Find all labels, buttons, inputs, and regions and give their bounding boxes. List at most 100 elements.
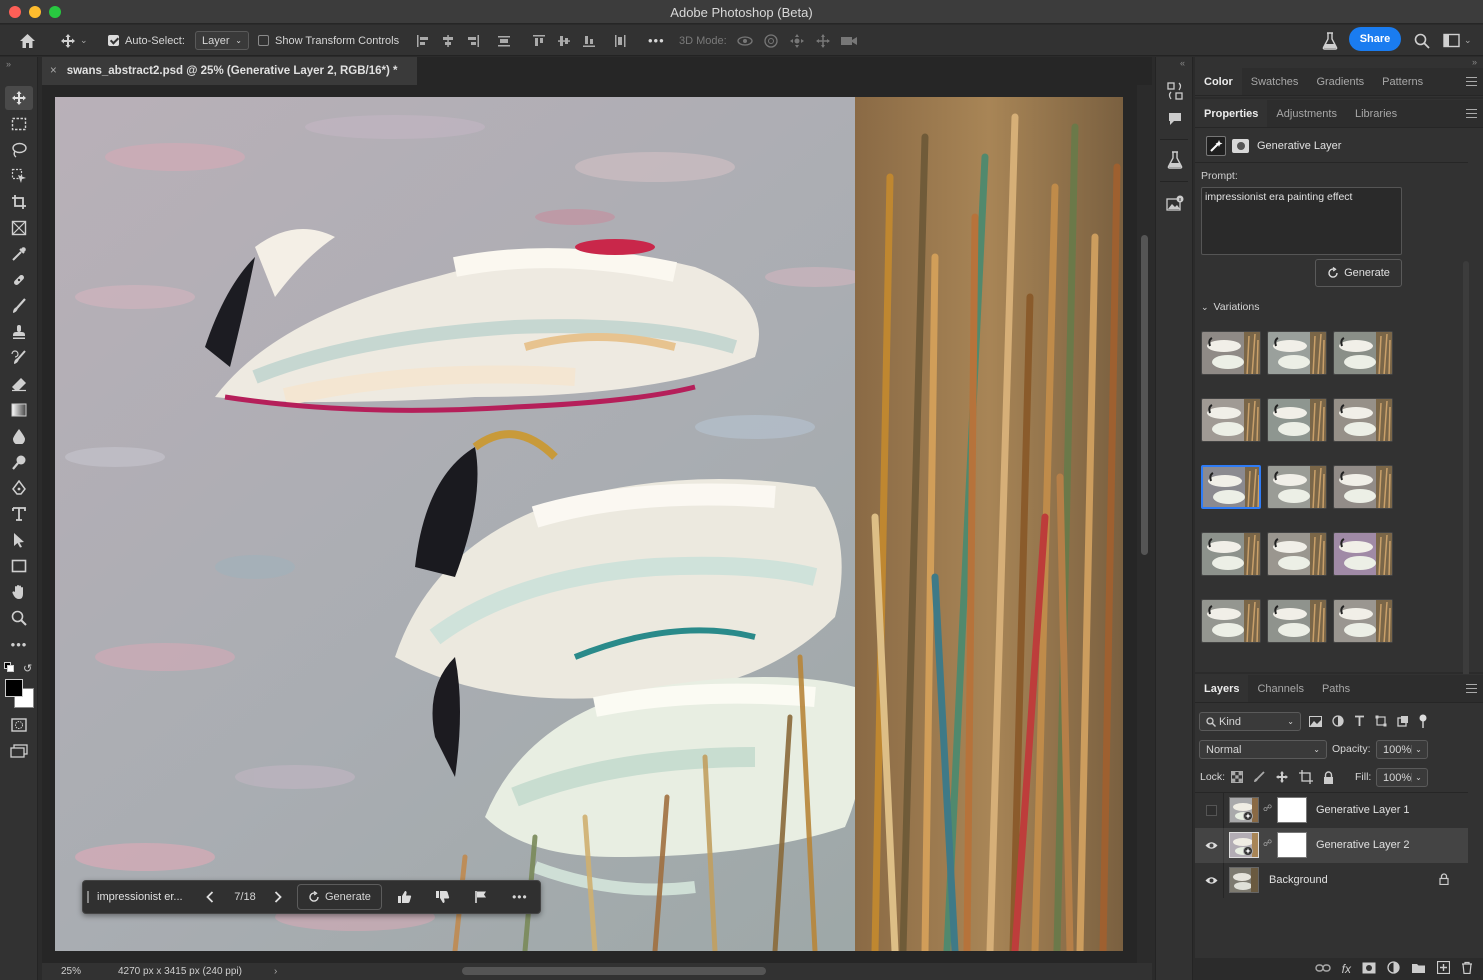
- frame-tool[interactable]: [5, 216, 33, 240]
- auto-select-checkbox[interactable]: [108, 35, 119, 46]
- variation-thumbnail[interactable]: [1201, 532, 1261, 576]
- comments-icon[interactable]: [1165, 108, 1185, 128]
- swap-colors-icon[interactable]: ↺: [23, 662, 32, 675]
- delete-layer-icon[interactable]: [1461, 961, 1473, 977]
- generate-button[interactable]: Generate: [1315, 259, 1402, 287]
- auto-select-dropdown[interactable]: Layer ⌄: [195, 31, 249, 50]
- new-adjustment-layer-icon[interactable]: [1387, 961, 1400, 977]
- canvas-area[interactable]: [42, 85, 1137, 963]
- variation-thumbnail[interactable]: [1267, 398, 1327, 442]
- layer-visibility-toggle-hidden[interactable]: [1204, 803, 1218, 817]
- filter-shape-icon[interactable]: [1375, 715, 1387, 730]
- canvas-vertical-scrollbar[interactable]: [1137, 85, 1152, 963]
- filter-adjustment-icon[interactable]: [1332, 715, 1344, 730]
- color-panel-menu-icon[interactable]: [1466, 77, 1477, 86]
- document-tab[interactable]: × swans_abstract2.psd @ 25% (Generative …: [42, 57, 417, 85]
- layer-mask-thumbnail[interactable]: [1277, 797, 1307, 823]
- variation-thumbnail[interactable]: [1267, 599, 1327, 643]
- align-left-icon[interactable]: [414, 32, 432, 50]
- tab-channels[interactable]: Channels: [1248, 675, 1312, 702]
- variation-thumbnail[interactable]: [1267, 465, 1327, 509]
- horizontal-scroll-thumb[interactable]: [462, 967, 766, 975]
- tab-adjustments[interactable]: Adjustments: [1267, 100, 1346, 127]
- close-document-icon[interactable]: ×: [50, 65, 57, 77]
- filter-pixel-icon[interactable]: [1309, 715, 1322, 730]
- new-layer-icon[interactable]: [1436, 960, 1451, 977]
- variation-thumbnail[interactable]: [1201, 599, 1261, 643]
- marquee-tool[interactable]: [5, 112, 33, 136]
- blend-mode-dropdown[interactable]: Normal ⌄: [1199, 740, 1327, 759]
- variation-thumbnail[interactable]: [1333, 465, 1393, 509]
- crop-tool[interactable]: [5, 190, 33, 214]
- variation-thumbnail[interactable]: [1201, 465, 1261, 509]
- vertical-scroll-thumb[interactable]: [1141, 235, 1148, 555]
- layer-visibility-eye-icon[interactable]: [1204, 873, 1218, 887]
- lock-transparency-icon[interactable]: [1231, 771, 1243, 786]
- dodge-tool[interactable]: [5, 450, 33, 474]
- variation-thumbnail[interactable]: [1333, 599, 1393, 643]
- 3d-orbit-icon[interactable]: [736, 32, 754, 50]
- layer-lock-icon[interactable]: [1439, 873, 1449, 888]
- variation-thumbnail[interactable]: [1201, 398, 1261, 442]
- variation-thumbnail[interactable]: [1201, 331, 1261, 375]
- edit-toolbar-icon[interactable]: •••: [5, 632, 33, 656]
- hand-tool[interactable]: [5, 580, 33, 604]
- status-menu-chevron-icon[interactable]: ›: [274, 966, 277, 977]
- collapse-toolbar-icon[interactable]: »: [6, 59, 11, 69]
- variation-thumbnail[interactable]: [1267, 532, 1327, 576]
- eyedropper-tool[interactable]: [5, 242, 33, 266]
- object-selection-tool[interactable]: [5, 164, 33, 188]
- opacity-input[interactable]: 100% ⌄: [1376, 740, 1428, 759]
- home-icon[interactable]: [18, 32, 36, 50]
- layer-visibility-eye-icon[interactable]: [1204, 838, 1218, 852]
- lock-pixels-icon[interactable]: [1253, 771, 1265, 786]
- 3d-roll-icon[interactable]: [762, 32, 780, 50]
- tool-preset-chevron-icon[interactable]: ⌄: [80, 35, 88, 46]
- context-generate-button[interactable]: Generate: [297, 884, 382, 910]
- foreground-color-swatch[interactable]: [5, 679, 23, 697]
- type-tool[interactable]: [5, 502, 33, 526]
- lock-position-icon[interactable]: [1275, 770, 1289, 787]
- zoom-level[interactable]: 25%: [61, 966, 81, 977]
- search-icon[interactable]: [1413, 32, 1431, 50]
- clone-stamp-tool[interactable]: [5, 320, 33, 344]
- layer-link-icon[interactable]: ☍: [1263, 803, 1272, 814]
- tab-layers[interactable]: Layers: [1195, 675, 1249, 702]
- tab-gradients[interactable]: Gradients: [1307, 68, 1373, 95]
- filter-type-icon[interactable]: [1354, 715, 1365, 730]
- filter-smart-object-icon[interactable]: [1397, 715, 1409, 730]
- share-button[interactable]: Share: [1349, 27, 1401, 51]
- previous-variation-button[interactable]: [197, 884, 223, 910]
- variation-thumbnail[interactable]: [1333, 398, 1393, 442]
- report-flag-button[interactable]: [462, 884, 500, 910]
- align-right-icon[interactable]: [464, 32, 482, 50]
- layers-menu-icon[interactable]: [1466, 684, 1477, 693]
- layer-row-generative-1[interactable]: ☍ Generative Layer 1: [1195, 793, 1468, 828]
- tab-swatches[interactable]: Swatches: [1242, 68, 1308, 95]
- layer-filter-dropdown[interactable]: Kind ⌄: [1199, 712, 1301, 731]
- distribute-vertical-icon[interactable]: [495, 32, 513, 50]
- show-transform-controls-checkbox[interactable]: [258, 35, 269, 46]
- link-layers-icon[interactable]: [1314, 963, 1331, 976]
- beta-features-flask-icon[interactable]: [1165, 150, 1185, 170]
- zoom-tool[interactable]: [5, 606, 33, 630]
- more-options-button[interactable]: •••: [648, 25, 665, 56]
- variation-thumbnail[interactable]: [1267, 331, 1327, 375]
- beta-flask-icon[interactable]: [1321, 31, 1339, 50]
- distribute-horizontal-icon[interactable]: [611, 32, 629, 50]
- variation-thumbnail[interactable]: [1333, 532, 1393, 576]
- healing-brush-tool[interactable]: [5, 268, 33, 292]
- context-more-button[interactable]: •••: [500, 884, 540, 910]
- collapse-strip-icon[interactable]: «: [1180, 58, 1185, 68]
- canvas-artwork[interactable]: [55, 97, 1123, 951]
- add-mask-icon[interactable]: [1362, 962, 1376, 977]
- properties-menu-icon[interactable]: [1466, 109, 1477, 118]
- align-bottom-icon[interactable]: [580, 32, 598, 50]
- 3d-slide-icon[interactable]: [814, 32, 832, 50]
- align-center-horizontal-icon[interactable]: [439, 32, 457, 50]
- move-tool[interactable]: [5, 86, 33, 110]
- lock-all-icon[interactable]: [1323, 770, 1334, 787]
- thumbs-up-button[interactable]: [386, 884, 424, 910]
- pen-tool[interactable]: [5, 476, 33, 500]
- quick-mask-icon[interactable]: [5, 713, 33, 737]
